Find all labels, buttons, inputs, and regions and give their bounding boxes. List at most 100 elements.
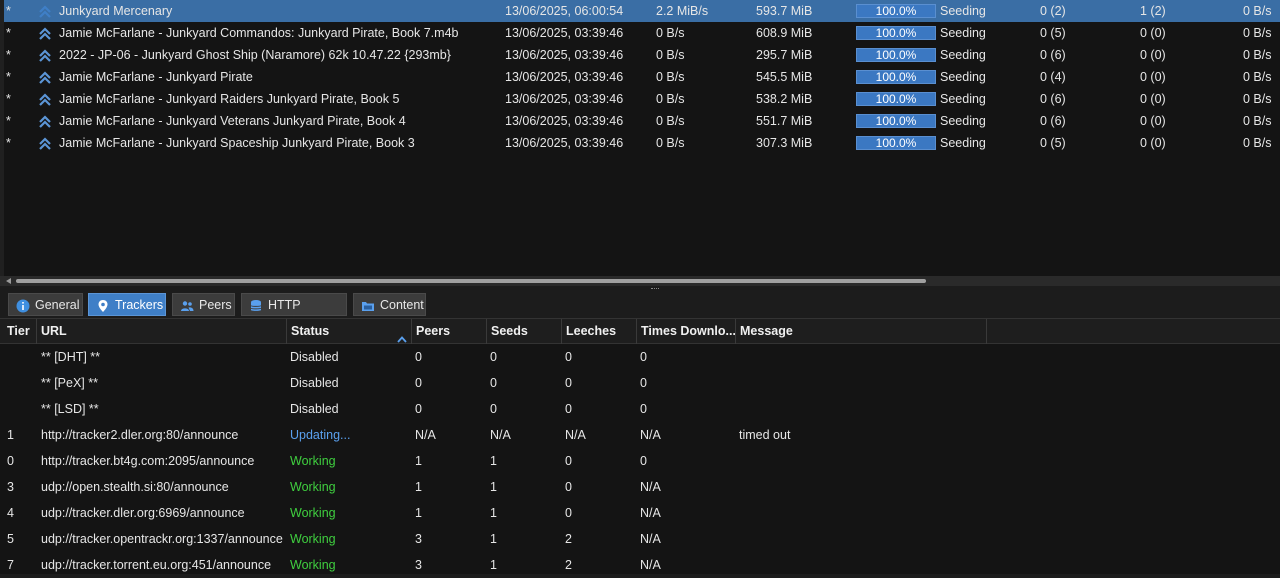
tracker-row[interactable]: 5 udp://tracker.opentrackr.org:1337/annou… bbox=[0, 526, 1280, 552]
tracker-times-downloaded: N/A bbox=[640, 480, 661, 494]
tracker-status: Working bbox=[290, 454, 336, 468]
torrent-progress-bar: 100.0% bbox=[856, 26, 936, 40]
torrent-peers: 0 (0) bbox=[1140, 136, 1166, 150]
sort-ascending-icon[interactable] bbox=[397, 327, 407, 343]
splitter-grip[interactable] bbox=[651, 288, 659, 291]
tracker-tier: 3 bbox=[7, 480, 14, 494]
horizontal-scrollbar[interactable] bbox=[0, 276, 1280, 286]
info-icon bbox=[16, 298, 30, 313]
col-tier-label: Tier bbox=[7, 324, 30, 338]
torrent-row[interactable]: * Jamie McFarlane - Junkyard Commandos: J… bbox=[4, 22, 1280, 44]
tracker-times-downloaded: N/A bbox=[640, 532, 661, 546]
torrent-row[interactable]: * Jamie McFarlane - Junkyard Pirate 13/06/… bbox=[4, 66, 1280, 88]
trackers-table-header: Tier URL Status Peers Seeds Leeches Times Down… bbox=[0, 318, 1280, 344]
tracker-seeds: 1 bbox=[490, 480, 497, 494]
torrent-upload-speed: 0 B/s bbox=[1243, 114, 1272, 128]
tracker-leeches: 0 bbox=[565, 480, 572, 494]
tracker-status: Disabled bbox=[290, 350, 339, 364]
torrent-peers: 0 (0) bbox=[1140, 70, 1166, 84]
tracker-times-downloaded: N/A bbox=[640, 428, 661, 442]
tracker-seeds: 1 bbox=[490, 506, 497, 520]
tracker-status: Working bbox=[290, 506, 336, 520]
tab-label: Content bbox=[380, 298, 424, 312]
torrent-row[interactable]: * Jamie McFarlane - Junkyard Spaceship Ju… bbox=[4, 132, 1280, 154]
col-seeds-header[interactable]: Seeds bbox=[487, 319, 562, 344]
tab-general[interactable]: General bbox=[8, 293, 83, 316]
tracker-status: Working bbox=[290, 480, 336, 494]
torrent-status: Seeding bbox=[940, 114, 986, 128]
tracker-status: Working bbox=[290, 532, 336, 546]
tracker-times-downloaded: 0 bbox=[640, 376, 647, 390]
tracker-leeches: 0 bbox=[565, 402, 572, 416]
col-url-label: URL bbox=[41, 324, 67, 338]
tracker-row[interactable]: ** [PeX] ** Disabled 0 0 0 0 bbox=[0, 370, 1280, 396]
tab-http-sources[interactable]: HTTP Sources bbox=[241, 293, 347, 335]
torrent-marker: * bbox=[6, 136, 11, 150]
tracker-row[interactable]: 1 http://tracker2.dler.org:80/announce Upd… bbox=[0, 422, 1280, 448]
col-status-header[interactable]: Status bbox=[287, 319, 412, 344]
tracker-url: udp://open.stealth.si:80/announce bbox=[41, 480, 229, 494]
tracker-times-downloaded: 0 bbox=[640, 454, 647, 468]
tab-content[interactable]: Content bbox=[353, 293, 426, 316]
torrent-name: Jamie McFarlane - Junkyard Raiders Junky… bbox=[59, 92, 400, 106]
tracker-times-downloaded: 0 bbox=[640, 402, 647, 416]
tab-peers[interactable]: Peers bbox=[172, 293, 235, 316]
torrent-marker: * bbox=[6, 26, 11, 40]
tracker-seeds: N/A bbox=[490, 428, 511, 442]
tracker-leeches: N/A bbox=[565, 428, 586, 442]
torrent-peers: 0 (0) bbox=[1140, 26, 1166, 40]
tracker-peers: 0 bbox=[415, 402, 422, 416]
torrent-row[interactable]: * Jamie McFarlane - Junkyard Veterans Jun… bbox=[4, 110, 1280, 132]
tracker-url: ** [LSD] ** bbox=[41, 402, 99, 416]
col-times-downloaded-label: Times Downlo... bbox=[641, 324, 736, 338]
tracker-url: ** [DHT] ** bbox=[41, 350, 101, 364]
torrent-list[interactable]: * Junkyard Mercenary 13/06/2025, 06:00:54 2… bbox=[0, 0, 1280, 276]
torrent-upload-speed: 0 B/s bbox=[1243, 48, 1272, 62]
col-peers-header[interactable]: Peers bbox=[412, 319, 487, 344]
col-message-header[interactable]: Message bbox=[736, 319, 987, 344]
tab-trackers[interactable]: Trackers bbox=[88, 293, 166, 316]
tracker-peers: 1 bbox=[415, 480, 422, 494]
torrent-name: Jamie McFarlane - Junkyard Pirate bbox=[59, 70, 253, 84]
torrent-name: Jamie McFarlane - Junkyard Veterans Junk… bbox=[59, 114, 406, 128]
torrent-size: 295.7 MiB bbox=[756, 48, 813, 62]
tracker-seeds: 1 bbox=[490, 454, 497, 468]
col-message-label: Message bbox=[740, 324, 793, 338]
col-url-header[interactable]: URL bbox=[37, 319, 287, 344]
torrent-status: Seeding bbox=[940, 4, 986, 18]
col-tier-header[interactable]: Tier bbox=[3, 319, 37, 344]
torrent-marker: * bbox=[6, 4, 11, 18]
torrent-row[interactable]: * 2022 - JP-06 - Junkyard Ghost Ship (Nar… bbox=[4, 44, 1280, 66]
tracker-url: udp://tracker.opentrackr.org:1337/announ… bbox=[41, 532, 283, 546]
col-leeches-header[interactable]: Leeches bbox=[562, 319, 637, 344]
torrent-name: 2022 - JP-06 - Junkyard Ghost Ship (Nara… bbox=[59, 48, 451, 62]
database-icon bbox=[249, 298, 263, 312]
tracker-row[interactable]: 7 udp://tracker.torrent.eu.org:451/announ… bbox=[0, 552, 1280, 578]
torrent-seeds: 0 (4) bbox=[1040, 70, 1066, 84]
tracker-row[interactable]: ** [DHT] ** Disabled 0 0 0 0 bbox=[0, 344, 1280, 370]
tracker-peers: N/A bbox=[415, 428, 436, 442]
torrent-added-on: 13/06/2025, 03:39:46 bbox=[505, 26, 624, 40]
torrent-row[interactable]: * Junkyard Mercenary 13/06/2025, 06:00:54 2… bbox=[4, 0, 1280, 22]
tracker-status: Disabled bbox=[290, 376, 339, 390]
tracker-url: ** [PeX] ** bbox=[41, 376, 98, 390]
scroll-left-icon[interactable] bbox=[6, 278, 11, 284]
scrollbar-thumb[interactable] bbox=[16, 279, 926, 283]
torrent-added-on: 13/06/2025, 03:39:46 bbox=[505, 92, 624, 106]
col-times-downloaded-header[interactable]: Times Downlo... bbox=[637, 319, 736, 344]
tracker-row[interactable]: 0 http://tracker.bt4g.com:2095/announce Wo… bbox=[0, 448, 1280, 474]
torrent-size: 307.3 MiB bbox=[756, 136, 813, 150]
torrent-added-on: 13/06/2025, 03:39:46 bbox=[505, 136, 624, 150]
torrent-progress-bar: 100.0% bbox=[856, 114, 936, 128]
tracker-row[interactable]: ** [LSD] ** Disabled 0 0 0 0 bbox=[0, 396, 1280, 422]
torrent-size: 551.7 MiB bbox=[756, 114, 813, 128]
tracker-seeds: 0 bbox=[490, 376, 497, 390]
torrent-upload-speed: 0 B/s bbox=[1243, 26, 1272, 40]
tracker-row[interactable]: 3 udp://open.stealth.si:80/announce Workin… bbox=[0, 474, 1280, 500]
tracker-peers: 1 bbox=[415, 454, 422, 468]
torrent-seeds: 0 (5) bbox=[1040, 136, 1066, 150]
torrent-row[interactable]: * Jamie McFarlane - Junkyard Raiders Junk… bbox=[4, 88, 1280, 110]
tracker-row[interactable]: 4 udp://tracker.dler.org:6969/announce Wor… bbox=[0, 500, 1280, 526]
tracker-leeches: 0 bbox=[565, 376, 572, 390]
torrent-marker: * bbox=[6, 70, 11, 84]
